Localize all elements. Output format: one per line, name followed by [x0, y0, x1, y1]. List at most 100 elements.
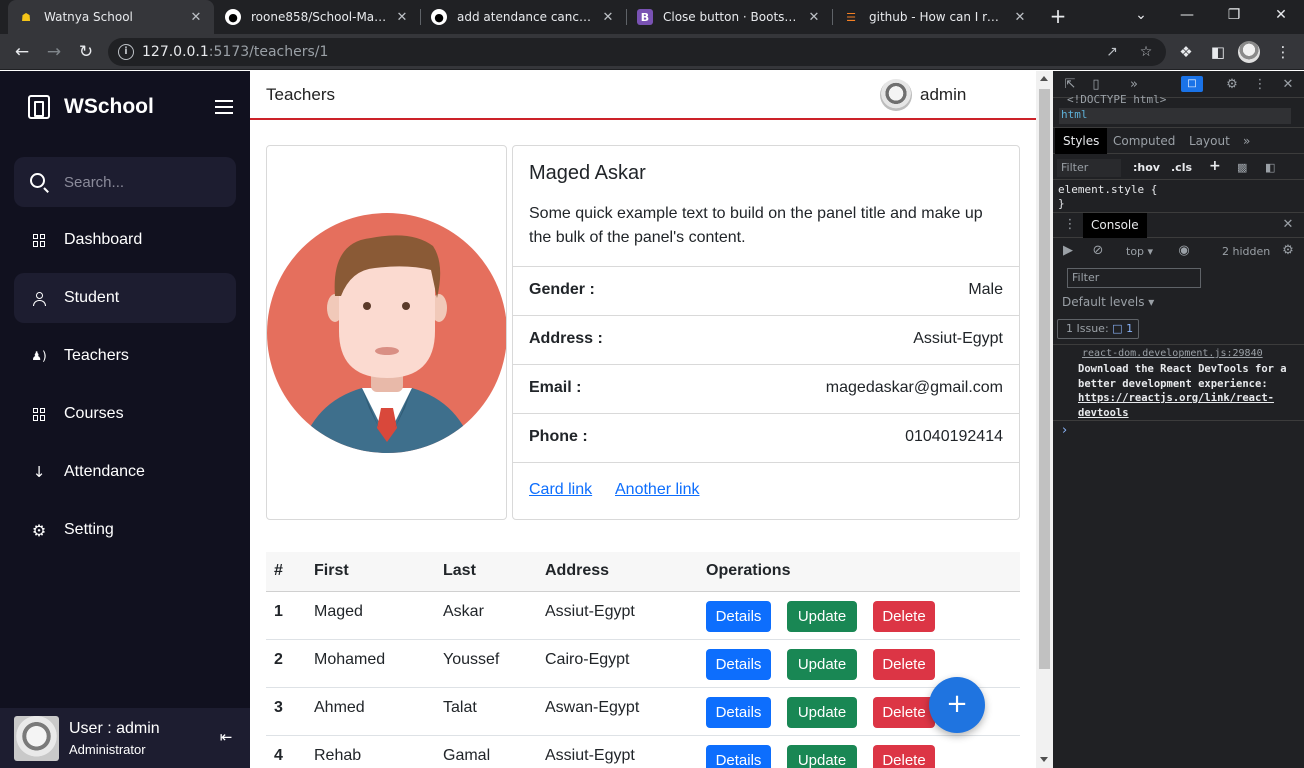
page-scrollbar[interactable] [1036, 71, 1053, 768]
devtools-link[interactable]: https://reactjs.org/link/react-devtools [1078, 392, 1274, 419]
context-selector[interactable]: top ▾ [1126, 245, 1153, 258]
extensions-icon[interactable]: ❖ [1174, 40, 1198, 64]
devtools-menu-icon[interactable]: ⋮ [1251, 76, 1269, 94]
tab-bootstrap[interactable]: B Close button · Bootstrap v5 ✕ [627, 0, 832, 34]
sidebar: WSchool Dashboard Student ♟) Teachers Co… [0, 71, 250, 768]
card-link[interactable]: Card link [529, 481, 592, 499]
tab-github-repo[interactable]: ● roone858/School-Managm ✕ [215, 0, 420, 34]
html-node[interactable]: html [1059, 108, 1291, 124]
forward-button[interactable]: → [42, 40, 66, 64]
tab-watnya-school[interactable]: ☗ Watnya School ✕ [8, 0, 214, 34]
clear-console-icon[interactable]: ⊘ [1089, 242, 1107, 260]
update-button[interactable]: Update [787, 649, 857, 680]
new-tab-button[interactable]: + [1046, 5, 1070, 29]
paint-icon[interactable]: ▩ [1237, 161, 1247, 174]
side-panel-icon[interactable]: ◧ [1206, 40, 1230, 64]
details-button[interactable]: Details [706, 745, 771, 768]
details-button[interactable]: Details [706, 697, 771, 728]
header-user-name[interactable]: admin [920, 85, 966, 105]
reload-button[interactable]: ↻ [74, 40, 98, 64]
tab-stackoverflow[interactable]: ☰ github - How can I rollback ✕ [833, 0, 1038, 34]
doctype-node[interactable]: <!DOCTYPE html> [1067, 93, 1166, 106]
share-icon[interactable]: ↗ [1102, 42, 1122, 62]
sidebar-toggle-icon[interactable]: ◧ [1265, 161, 1275, 174]
menu-toggle-icon[interactable] [215, 100, 233, 114]
address-bar[interactable]: i 127.0.0.1:5173/teachers/1 ↗ ☆ [108, 38, 1166, 66]
delete-button[interactable]: Delete [873, 697, 935, 728]
console-sidebar-icon[interactable]: ▶ [1059, 242, 1077, 260]
styles-filter-input[interactable]: Filter [1057, 159, 1121, 177]
messages-icon[interactable]: □ [1181, 76, 1203, 92]
close-tab-icon[interactable]: ✕ [600, 10, 616, 25]
chrome-menu-icon[interactable]: ⋮ [1271, 40, 1295, 64]
add-teacher-button[interactable]: + [929, 677, 985, 733]
update-button[interactable]: Update [787, 697, 857, 728]
issues-badge[interactable]: 1 Issue: □ 1 [1057, 319, 1139, 339]
sidebar-item-student[interactable]: Student [14, 273, 236, 323]
close-tab-icon[interactable]: ✕ [188, 10, 204, 25]
restore-button[interactable]: ❐ [1211, 0, 1257, 34]
teacher-photo-card [266, 145, 507, 520]
more-tabs-icon[interactable]: » [1243, 134, 1250, 148]
tab-styles[interactable]: Styles [1055, 128, 1108, 154]
teacher-name: Maged Askar [529, 162, 646, 184]
update-button[interactable]: Update [787, 601, 857, 632]
hover-state-toggle[interactable]: :hov [1133, 161, 1160, 174]
another-link[interactable]: Another link [615, 481, 700, 499]
column-header-last: Last [443, 562, 476, 579]
tab-github-commit[interactable]: ● add atendance cancel and ✕ [421, 0, 626, 34]
scroll-down-arrow-icon[interactable] [1040, 757, 1048, 762]
avatar[interactable] [880, 79, 912, 111]
tab-computed[interactable]: Computed [1113, 134, 1175, 148]
details-button[interactable]: Details [706, 601, 771, 632]
search-input[interactable] [64, 171, 224, 193]
tab-search-icon[interactable]: ⌄ [1118, 0, 1164, 34]
window-close-button[interactable]: ✕ [1258, 0, 1304, 34]
drawer-menu-icon[interactable]: ⋮ [1061, 216, 1079, 234]
live-expression-eye-icon[interactable]: ◉ [1175, 242, 1193, 260]
sidebar-item-dashboard[interactable]: Dashboard [14, 215, 236, 265]
device-toolbar-icon[interactable]: ▯ [1087, 76, 1105, 94]
back-button[interactable]: ← [10, 40, 34, 64]
tab-console[interactable]: Console [1083, 213, 1147, 238]
add-rule-icon[interactable]: + [1209, 158, 1221, 174]
console-settings-gear-icon[interactable]: ⚙ [1279, 242, 1297, 260]
user-role: Administrator [69, 742, 146, 757]
settings-gear-icon[interactable]: ⚙ [1223, 76, 1241, 94]
more-tabs-icon[interactable]: » [1125, 76, 1143, 94]
logout-icon[interactable]: ⇤ [216, 727, 236, 747]
class-toggle[interactable]: .cls [1171, 161, 1192, 174]
drawer-close-icon[interactable]: ✕ [1279, 216, 1297, 234]
close-tab-icon[interactable]: ✕ [394, 10, 410, 25]
browser-tab-bar: ☗ Watnya School ✕ ● roone858/School-Mana… [0, 0, 1304, 34]
console-filter-input[interactable]: Filter [1067, 268, 1201, 288]
delete-button[interactable]: Delete [873, 601, 935, 632]
close-tab-icon[interactable]: ✕ [1012, 10, 1028, 25]
delete-button[interactable]: Delete [873, 649, 935, 680]
sidebar-item-attendance[interactable]: ↓ Attendance [14, 447, 236, 497]
sidebar-item-teachers[interactable]: ♟) Teachers [14, 331, 236, 381]
user-icon [32, 291, 46, 306]
log-source-link[interactable]: react-dom.development.js:29840 [1082, 348, 1263, 359]
console-prompt-icon[interactable]: › [1062, 423, 1067, 438]
scrollbar-thumb[interactable] [1039, 89, 1050, 669]
details-button[interactable]: Details [706, 649, 771, 680]
delete-button[interactable]: Delete [873, 745, 935, 768]
brand[interactable]: WSchool [28, 95, 154, 119]
bookmark-star-icon[interactable]: ☆ [1136, 42, 1156, 62]
close-tab-icon[interactable]: ✕ [806, 10, 822, 25]
update-button[interactable]: Update [787, 745, 857, 768]
browser-profile-avatar[interactable] [1238, 41, 1260, 63]
sidebar-item-courses[interactable]: Courses [14, 389, 236, 439]
log-levels-dropdown[interactable]: Default levels ▾ [1062, 295, 1154, 309]
site-info-icon[interactable]: i [118, 44, 134, 60]
github-favicon-icon: ● [225, 9, 241, 25]
inspect-element-icon[interactable]: ⇱ [1061, 76, 1079, 94]
url-host: 127.0.0.1 [142, 44, 209, 60]
devtools-close-icon[interactable]: ✕ [1279, 76, 1297, 94]
minimize-button[interactable]: — [1164, 0, 1210, 34]
tab-title: Close button · Bootstrap v5 [663, 10, 800, 24]
sidebar-item-setting[interactable]: ⚙ Setting [14, 505, 236, 555]
scroll-up-arrow-icon[interactable] [1040, 76, 1048, 81]
tab-layout[interactable]: Layout [1189, 134, 1230, 148]
